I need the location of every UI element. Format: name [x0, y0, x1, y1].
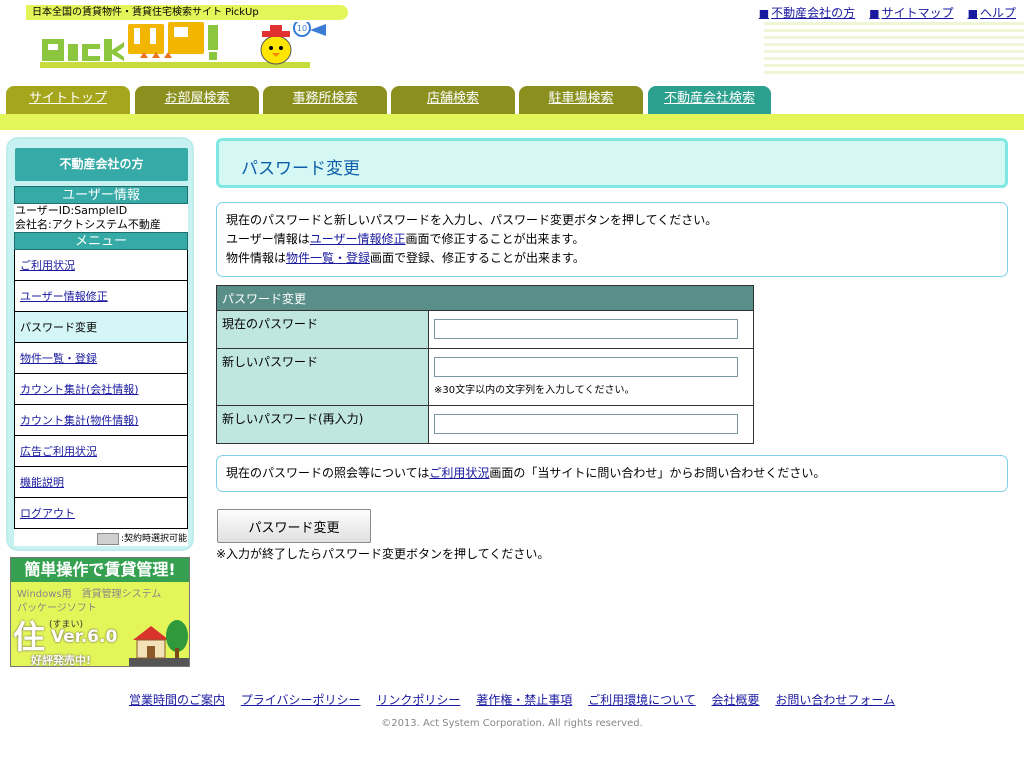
footer-link-hours[interactable]: 営業時間のご案内: [129, 693, 225, 707]
sidebar-item-count-property-link[interactable]: カウント集計(物件情報): [20, 414, 139, 427]
current-password-label: 現在のパスワード: [216, 310, 429, 349]
sidebar-item-user-edit[interactable]: ユーザー情報修正: [14, 281, 188, 312]
current-password-field[interactable]: [434, 319, 738, 339]
tab-site-top[interactable]: サイトトップ: [6, 86, 130, 114]
sidebar-item-ad-usage[interactable]: 広告ご利用状況: [14, 436, 188, 467]
tab-realestate-search[interactable]: 不動産会社検索: [648, 86, 771, 114]
sidebar-item-property-list-link[interactable]: 物件一覧・登録: [20, 352, 97, 365]
tab-parking-search[interactable]: 駐車場検索: [519, 86, 643, 114]
user-info-title: ユーザー情報: [14, 186, 188, 204]
copyright: ©2013. Act System Corporation. All right…: [381, 718, 643, 729]
tab-site-top-link[interactable]: サイトトップ: [29, 91, 107, 106]
page-title-box: パスワード変更: [216, 138, 1008, 188]
tab-room-search[interactable]: お部屋検索: [135, 86, 259, 114]
instruction-box: 現在のパスワードと新しいパスワードを入力し、パスワード変更ボタンを押してください…: [216, 202, 1008, 277]
software-ad-banner[interactable]: 簡単操作で賃貸管理! Windows用 賃貸管理システム パッケージソフト 住 …: [10, 557, 190, 667]
tab-office-search-link[interactable]: 事務所検索: [292, 91, 357, 106]
site-logo[interactable]: 10: [40, 19, 350, 72]
mascot-badge: 10: [297, 24, 307, 33]
company-name: 会社名:アクトシステム不動産: [15, 218, 161, 231]
instruction-line-1: 現在のパスワードと新しいパスワードを入力し、パスワード変更ボタンを押してください…: [226, 213, 718, 227]
ad-title: 簡単操作で賃貸管理!: [11, 558, 189, 582]
sidebar-item-logout[interactable]: ログアウト: [14, 498, 188, 529]
sidebar-item-usage[interactable]: ご利用状況: [14, 250, 188, 281]
top-link-realestate[interactable]: 不動産会社の方: [759, 4, 855, 21]
footer-links: 営業時間のご案内 プライバシーポリシー リンクポリシー 著作権・禁止事項 ご利用…: [0, 691, 1024, 708]
instruction-line-3: 物件情報は物件一覧・登録画面で登録、修正することが出来ます。: [226, 249, 998, 268]
top-link-sitemap[interactable]: サイトマップ: [869, 4, 954, 21]
confirm-password-label: 新しいパスワード(再入力): [216, 405, 429, 444]
sidebar-item-count-property[interactable]: カウント集計(物件情報): [14, 405, 188, 436]
inquiry-note-post: 画面の「当サイトに問い合わせ」からお問い合わせください。: [489, 466, 826, 480]
tab-shop-search[interactable]: 店舗検索: [391, 86, 515, 114]
instruction-line-2-pre: ユーザー情報は: [226, 232, 310, 246]
confirm-password-field[interactable]: [434, 414, 738, 434]
sidebar-item-usage-link[interactable]: ご利用状況: [20, 259, 75, 272]
password-form-table: パスワード変更 現在のパスワード 新しいパスワード ※30文字以内の文字列を入力…: [216, 285, 754, 444]
ad-version: Ver.6.0: [51, 627, 118, 647]
header-stripes: [764, 22, 1024, 76]
tab-parking-search-link[interactable]: 駐車場検索: [548, 91, 613, 106]
ad-sale-text: 好評発売中!: [31, 654, 92, 667]
tab-room-search-link[interactable]: お部屋検索: [164, 91, 229, 106]
house-icon: [129, 620, 189, 666]
usage-status-link[interactable]: ご利用状況: [429, 466, 489, 480]
sidebar-item-user-edit-link[interactable]: ユーザー情報修正: [20, 290, 108, 303]
new-password-field[interactable]: [434, 357, 738, 377]
tab-office-search[interactable]: 事務所検索: [263, 86, 387, 114]
top-link-help[interactable]: ヘルプ: [968, 4, 1016, 21]
sidebar-heading: 不動産会社の方: [15, 148, 188, 181]
site-tagline: 日本全国の賃貸物件・賃貸住宅検索サイト PickUp: [26, 5, 348, 20]
page-title: パスワード変更: [241, 159, 360, 179]
footer-link-link-policy[interactable]: リンクポリシー: [376, 693, 460, 707]
user-info-edit-link[interactable]: ユーザー情報修正: [310, 232, 406, 246]
sidebar-item-features-link[interactable]: 機能説明: [20, 476, 64, 489]
sidebar-item-count-company[interactable]: カウント集計(会社情報): [14, 374, 188, 405]
legend-text: :契約時選択可能: [120, 534, 187, 544]
inquiry-note-pre: 現在のパスワードの照会等については: [226, 466, 430, 480]
sidebar-item-password-change: パスワード変更: [14, 312, 188, 343]
footer-link-company[interactable]: 会社概要: [712, 693, 760, 707]
legend-swatch: [96, 532, 119, 545]
sidebar-item-features[interactable]: 機能説明: [14, 467, 188, 498]
instruction-line-3-post: 画面で登録、修正することが出来ます。: [370, 251, 585, 265]
instruction-line-3-pre: 物件情報は: [226, 251, 287, 265]
footer-link-copyright[interactable]: 著作権・禁止事項: [476, 693, 572, 707]
main-tabs: サイトトップ お部屋検索 事務所検索 店舗検索 駐車場検索 不動産会社検索: [0, 86, 1024, 114]
sidebar-item-ad-usage-link[interactable]: 広告ご利用状況: [20, 445, 97, 458]
sidebar-item-property-list[interactable]: 物件一覧・登録: [14, 343, 188, 374]
sidebar: 不動産会社の方 ユーザー情報 ユーザーID:SampleID 会社名:アクトシス…: [6, 137, 194, 551]
submit-note: ※入力が終了したらパスワード変更ボタンを押してください。: [216, 547, 550, 561]
footer-link-contact[interactable]: お問い合わせフォーム: [775, 693, 895, 707]
instruction-line-2-post: 画面で修正することが出来ます。: [405, 232, 585, 246]
menu-legend: :契約時選択可能: [14, 532, 188, 546]
menu-title: メニュー: [14, 232, 188, 250]
tab-shop-search-link[interactable]: 店舗検索: [427, 91, 479, 106]
sidebar-panel: ユーザー情報 ユーザーID:SampleID 会社名:アクトシステム不動産 メニ…: [14, 186, 188, 546]
tab-realestate-search-link[interactable]: 不動産会社検索: [664, 91, 755, 106]
property-list-link[interactable]: 物件一覧・登録: [286, 251, 370, 265]
instruction-line-2: ユーザー情報はユーザー情報修正画面で修正することが出来ます。: [226, 230, 998, 249]
ad-subtitle-1: Windows用 賃貸管理システム: [17, 589, 162, 600]
new-password-label: 新しいパスワード: [216, 348, 429, 406]
footer-link-environment[interactable]: ご利用環境について: [588, 693, 696, 707]
sidebar-item-count-company-link[interactable]: カウント集計(会社情報): [20, 383, 139, 396]
top-links: 不動産会社の方 サイトマップ ヘルプ: [759, 4, 1016, 21]
form-table-header: パスワード変更: [216, 285, 754, 311]
footer-link-privacy[interactable]: プライバシーポリシー: [241, 693, 361, 707]
user-id: ユーザーID:SampleID: [15, 204, 128, 217]
new-password-hint: ※30文字以内の文字列を入力してください。: [434, 385, 635, 396]
password-change-button[interactable]: パスワード変更: [217, 509, 371, 543]
sidebar-item-logout-link[interactable]: ログアウト: [20, 507, 75, 520]
tab-underline-bar: [0, 114, 1024, 130]
inquiry-note-box: 現在のパスワードの照会等についてはご利用状況画面の「当サイトに問い合わせ」からお…: [216, 455, 1008, 492]
pickup-logo-icon: 10: [40, 19, 326, 68]
